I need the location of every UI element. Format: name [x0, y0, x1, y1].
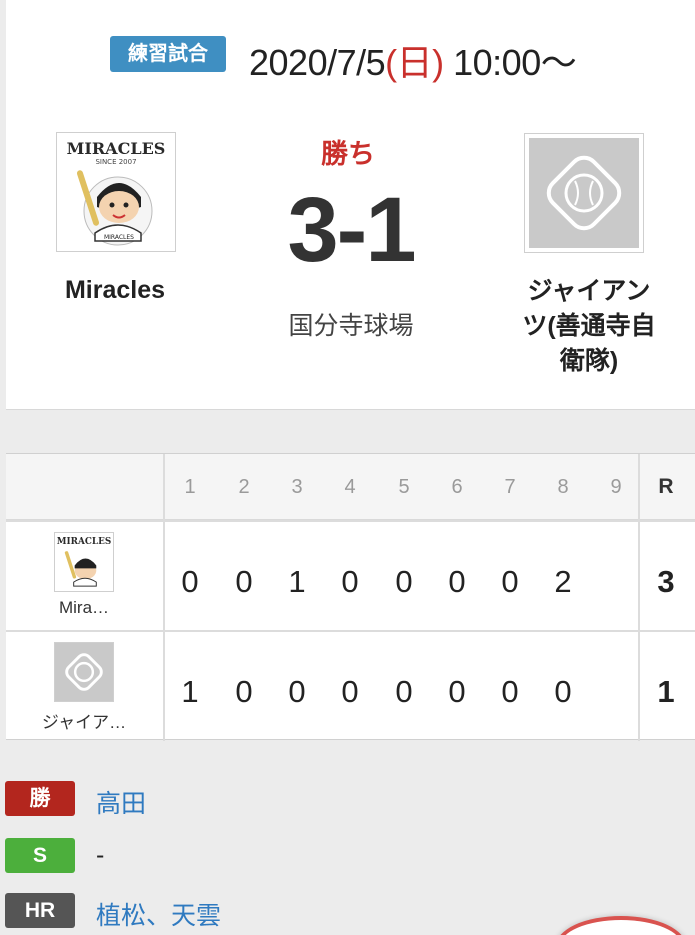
away-inning-2: 0 — [235, 674, 253, 709]
inning-header-4: 4 — [344, 476, 356, 498]
inning-header-5: 5 — [398, 476, 410, 498]
floating-action-button[interactable] — [556, 916, 686, 935]
away-inning-4: 0 — [341, 674, 359, 709]
divider — [6, 520, 695, 522]
away-team-name[interactable]: ジャイアン ツ(善通寺自 衛隊) — [504, 274, 674, 379]
home-team-name[interactable]: Miracles — [30, 276, 200, 305]
miracles-logo-icon: MIRACLES SINCE 2007 MIRACLES — [67, 139, 166, 246]
game-header-card: 練習試合 2020/7/5(日) 10:00〜 MIRACLES SINCE 2… — [6, 0, 695, 410]
home-inning-6: 0 — [448, 564, 466, 599]
save-pitcher-badge: S — [5, 838, 75, 873]
inning-header-2: 2 — [238, 476, 250, 498]
logo-wordmark: MIRACLES — [67, 139, 166, 158]
home-team-logo[interactable]: MIRACLES SINCE 2007 MIRACLES — [56, 132, 176, 252]
win-pitcher-badge: 勝 — [5, 781, 75, 816]
home-inning-3: 1 — [288, 564, 306, 599]
inning-header-1: 1 — [184, 476, 196, 498]
away-team-mini-logo[interactable] — [54, 642, 114, 702]
game-result: 勝ち — [321, 139, 375, 169]
away-team-logo[interactable] — [524, 133, 644, 253]
baseball-placeholder-icon — [529, 138, 639, 248]
svg-text:MIRACLES: MIRACLES — [57, 537, 111, 547]
line-score-table: 1 2 3 4 5 6 7 8 9 R MIRACLES Mira… 0 0 1… — [6, 453, 695, 741]
divider — [638, 454, 640, 741]
away-inning-8: 0 — [554, 674, 572, 709]
home-runs: 3 — [657, 564, 675, 599]
runs-header: R — [658, 475, 674, 498]
away-runs: 1 — [657, 674, 675, 709]
final-score: 3-1 — [287, 179, 417, 281]
home-run-hitters[interactable]: 植松、天雲 — [96, 896, 221, 932]
home-team-mini-logo[interactable]: MIRACLES — [54, 532, 114, 592]
inning-header-7: 7 — [504, 476, 516, 498]
home-run-badge: HR — [5, 893, 75, 928]
away-inning-7: 0 — [501, 674, 519, 709]
home-inning-7: 0 — [501, 564, 519, 599]
home-inning-5: 0 — [395, 564, 413, 599]
divider — [6, 630, 695, 632]
away-team-name-line: ジャイアン — [527, 277, 651, 305]
game-day-of-week: (日) — [385, 42, 444, 83]
home-inning-8: 2 — [554, 564, 572, 599]
away-inning-6: 0 — [448, 674, 466, 709]
home-inning-4: 0 — [341, 564, 359, 599]
logo-since: SINCE 2007 — [95, 158, 136, 166]
away-team-name-line: 衛隊) — [559, 347, 619, 375]
divider — [163, 454, 165, 741]
save-pitcher-value: - — [96, 841, 105, 869]
home-team-short-name: Mira… — [58, 598, 110, 617]
away-team-name-line: ツ(善通寺自 — [522, 312, 656, 340]
inning-header-9: 9 — [610, 476, 622, 498]
away-inning-1: 1 — [181, 674, 199, 709]
away-inning-5: 0 — [395, 674, 413, 709]
inning-header-6: 6 — [451, 476, 463, 498]
away-team-short-name: ジャイア… — [41, 713, 127, 732]
game-type-badge: 練習試合 — [110, 36, 226, 72]
home-inning-1: 0 — [181, 564, 199, 599]
baseball-placeholder-icon — [55, 643, 113, 701]
win-pitcher-link[interactable]: 高田 — [96, 784, 146, 820]
inning-header-3: 3 — [291, 476, 303, 498]
miracles-logo-icon: MIRACLES — [57, 537, 111, 587]
game-datetime: 2020/7/5(日) 10:00〜 — [249, 34, 577, 86]
home-inning-2: 0 — [235, 564, 253, 599]
inning-header-8: 8 — [557, 476, 569, 498]
away-inning-3: 0 — [288, 674, 306, 709]
game-time: 10:00〜 — [453, 42, 577, 83]
game-date: 2020/7/5 — [249, 42, 386, 83]
svg-text:MIRACLES: MIRACLES — [104, 234, 134, 241]
venue-name: 国分寺球場 — [288, 312, 414, 340]
